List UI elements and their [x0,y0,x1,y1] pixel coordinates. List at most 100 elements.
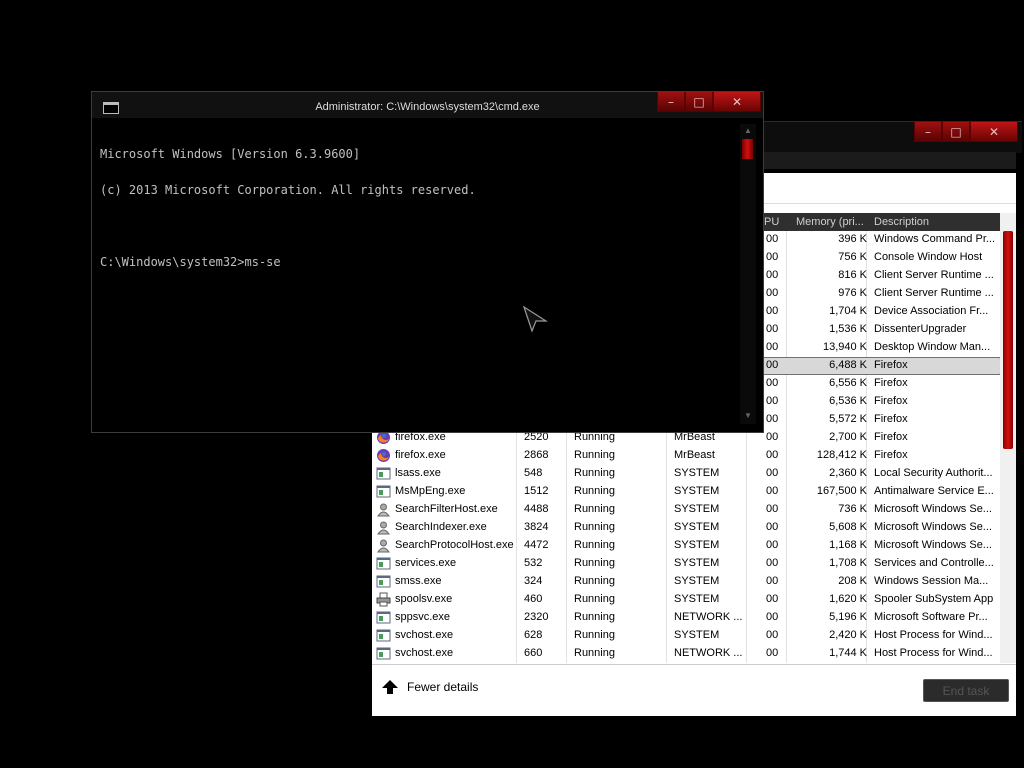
column-header-cpu[interactable]: PU [764,216,779,228]
table-row[interactable]: SearchProtocolHost.exe 4472 Running SYSTEM 0… [372,537,1000,555]
cell-name: SearchIndexer.exe [395,521,487,533]
cell-cpu: 00 [766,629,779,641]
cell-description: Firefox [874,413,908,425]
cell-name: SearchFilterHost.exe [395,503,498,515]
table-row[interactable]: spoolsv.exe 460 Running SYSTEM 00 1,620 K Spoo… [372,591,1000,609]
cell-description: Local Security Authorit... [874,467,993,479]
maximize-button[interactable]: □ [685,92,713,112]
cell-memory: 736 K [838,503,867,515]
search-user-icon [376,520,391,535]
printer-icon [376,592,391,607]
minimize-button[interactable]: – [914,122,942,142]
search-user-icon [376,502,391,517]
cell-memory: 5,196 K [829,611,867,623]
fewer-details-button[interactable]: Fewer details [381,679,478,695]
cell-cpu: 00 [766,323,779,335]
cell-cpu: 00 [766,413,779,425]
cell-description: Microsoft Windows Se... [874,539,992,551]
cell-user: SYSTEM [674,557,720,569]
cell-cpu: 00 [766,557,779,569]
close-button[interactable]: ✕ [970,122,1018,142]
app-window-icon [376,556,391,571]
table-row[interactable]: sppsvc.exe 2320 Running NETWORK ... 00 5,196 … [372,609,1000,627]
table-row[interactable]: SearchIndexer.exe 3824 Running SYSTEM 00 5,60… [372,519,1000,537]
cell-memory: 2,420 K [829,629,867,641]
cell-cpu: 00 [766,593,779,605]
cell-cpu: 00 [766,359,779,371]
cell-user: SYSTEM [674,575,720,587]
scrollbar-thumb[interactable] [1003,231,1013,449]
cell-user: SYSTEM [674,539,720,551]
table-row[interactable]: MsMpEng.exe 1512 Running SYSTEM 00 167,500 K A… [372,483,1000,501]
app-window-icon [376,646,391,661]
cell-memory: 2,700 K [829,431,867,443]
table-row[interactable]: smss.exe 324 Running SYSTEM 00 208 K Windows S… [372,573,1000,591]
column-header-description[interactable]: Description [874,216,929,228]
cell-cpu: 00 [766,233,779,245]
cell-description: Firefox [874,449,908,461]
cell-cpu: 00 [766,305,779,317]
cell-memory: 13,940 K [822,341,867,353]
console-output[interactable]: Microsoft Windows [Version 6.3.9600] (c)… [100,124,740,424]
scrollbar-thumb[interactable] [742,139,753,159]
cell-description: Firefox [874,359,908,371]
cell-memory: 976 K [838,287,867,299]
cell-description: Services and Controlle... [874,557,994,569]
process-list-scrollbar[interactable] [1000,213,1016,663]
cell-pid: 532 [524,557,543,569]
table-row[interactable]: SearchFilterHost.exe 4488 Running SYSTEM 00 7… [372,501,1000,519]
close-button[interactable]: ✕ [713,92,761,112]
table-row[interactable]: firefox.exe 2868 Running MrBeast 00 128,412 K… [372,447,1000,465]
console-prompt-line: C:\Windows\system32>ms-se [100,255,281,269]
cell-cpu: 00 [766,287,779,299]
cell-description: Firefox [874,395,908,407]
table-row[interactable]: lsass.exe 548 Running SYSTEM 00 2,360 K Local … [372,465,1000,483]
cell-user: SYSTEM [674,593,720,605]
cell-status: Running [574,539,615,551]
cell-status: Running [574,611,615,623]
cell-name: SearchProtocolHost.exe [395,539,514,551]
table-row[interactable]: svchost.exe 628 Running SYSTEM 00 2,420 K Host… [372,627,1000,645]
console-line: Microsoft Windows [Version 6.3.9600] [100,147,361,161]
app-window-icon [376,610,391,625]
cell-memory: 6,556 K [829,377,867,389]
cell-description: Host Process for Wind... [874,629,993,641]
cell-cpu: 00 [766,575,779,587]
cell-name: spoolsv.exe [395,593,453,605]
console-line: (c) 2013 Microsoft Corporation. All righ… [100,183,476,197]
cell-cpu: 00 [766,341,779,353]
table-row[interactable]: services.exe 532 Running SYSTEM 00 1,708 K Ser… [372,555,1000,573]
cell-status: Running [574,521,615,533]
cell-description: Firefox [874,377,908,389]
scroll-down-arrow-icon[interactable]: ▼ [743,411,753,421]
maximize-button[interactable]: □ [942,122,970,142]
cell-memory: 1,536 K [829,323,867,335]
table-row[interactable]: svchost.exe 660 Running NETWORK ... 00 1,744 … [372,645,1000,663]
cell-memory: 1,708 K [829,557,867,569]
console-scrollbar[interactable]: ▲ ▼ [740,124,756,424]
cell-status: Running [574,593,615,605]
cell-cpu: 00 [766,521,779,533]
cell-memory: 167,500 K [816,485,867,497]
cell-memory: 756 K [838,251,867,263]
scroll-up-arrow-icon[interactable]: ▲ [743,126,753,136]
cmd-caption-buttons: – □ ✕ [657,92,761,112]
cmd-titlebar[interactable]: Administrator: C:\Windows\system32\cmd.e… [92,92,763,118]
cell-status: Running [574,485,615,497]
cell-name: firefox.exe [395,449,446,461]
cell-description: Microsoft Windows Se... [874,503,992,515]
cell-pid: 3824 [524,521,549,533]
cell-pid: 460 [524,593,543,605]
cell-cpu: 00 [766,485,779,497]
cell-user: SYSTEM [674,521,720,533]
cell-cpu: 00 [766,269,779,281]
column-header-memory[interactable]: Memory (pri... [796,216,864,228]
task-manager-caption-buttons: – □ ✕ [914,122,1018,142]
cell-description: Windows Command Pr... [874,233,996,245]
minimize-button[interactable]: – [657,92,685,112]
app-window-icon [376,466,391,481]
end-task-button[interactable]: End task [923,679,1009,702]
cell-pid: 4472 [524,539,549,551]
cell-memory: 5,608 K [829,521,867,533]
cell-pid: 1512 [524,485,549,497]
